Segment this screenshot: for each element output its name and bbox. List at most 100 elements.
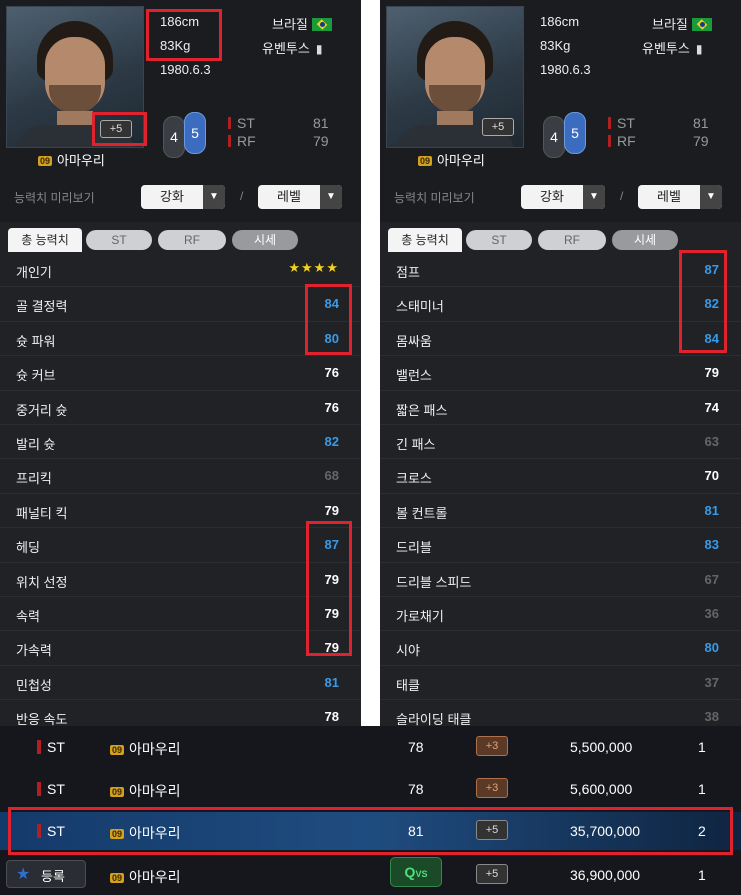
nation-name: 브라질: [272, 17, 308, 32]
highlight-finishing-shotpower: [305, 284, 352, 355]
stat-row: 개인기 ★★★★: [0, 253, 361, 288]
market-price: 36,900,000: [570, 867, 641, 883]
season-badge: 09: [418, 156, 433, 166]
tab-total[interactable]: 총 능력치: [388, 228, 462, 252]
club-name: 유벤투스: [642, 41, 690, 56]
stat-row: 가로채기 36: [380, 597, 741, 632]
stat-label: 위치 선정: [16, 574, 68, 590]
stat-label: 크로스: [396, 471, 432, 487]
highlight-enhance-badge: [92, 112, 147, 146]
star-icon: ★: [16, 866, 31, 883]
dropdown-arrow-icon[interactable]: ▼: [583, 185, 605, 209]
enhance-badge: +3: [476, 736, 508, 756]
enhance-badge: +5: [476, 864, 508, 884]
highlight-height-weight: [146, 9, 222, 61]
stat-value: 68: [324, 468, 339, 484]
separator: /: [240, 189, 244, 203]
weak-foot-icon: 4: [163, 116, 185, 158]
stat-label: 개인기: [16, 265, 52, 280]
stat-row: 프리킥 68: [0, 459, 361, 494]
position-bar-icon: [228, 117, 231, 129]
stat-label: 시야: [396, 643, 420, 659]
stat-label: 중거리 슛: [16, 402, 68, 418]
stat-label: 프리킥: [16, 471, 52, 487]
position-st: ST 81: [608, 115, 709, 131]
brazil-flag-icon: [311, 18, 332, 31]
stat-label: 슬라이딩 태클: [396, 712, 472, 726]
stat-row: 슬라이딩 태클 38: [380, 700, 741, 726]
dropdown-arrow-icon[interactable]: ▼: [700, 185, 722, 209]
stat-label: 패널티 킥: [16, 505, 68, 521]
enhance-dropdown[interactable]: 강화 ▼: [521, 185, 605, 209]
stat-row: 시야 80: [380, 631, 741, 666]
stat-value: 37: [704, 674, 719, 690]
player-nation: 브라질: [652, 14, 712, 33]
stat-value: 67: [704, 571, 719, 587]
stat-label: 헤딩: [16, 540, 40, 556]
stat-label: 가속력: [16, 643, 52, 659]
level-dropdown[interactable]: 레벨 ▼: [258, 185, 342, 209]
player-name-row: 09 아마우리: [38, 150, 105, 169]
tab-rf[interactable]: RF: [538, 230, 606, 250]
register-button[interactable]: ★ 등록: [6, 860, 86, 888]
stat-value: 36: [704, 605, 719, 621]
market-register-row: ★ 등록 09 아마우리 QVS +5 36,900,000 1: [0, 854, 741, 894]
stat-value: 63: [704, 433, 719, 449]
stat-row: 긴 패스 63: [380, 425, 741, 460]
enhance-badge: +3: [476, 778, 508, 798]
dropdown-arrow-icon[interactable]: ▼: [203, 185, 225, 209]
stat-value: 80: [704, 640, 719, 656]
stat-row: 발리 슛 82: [0, 425, 361, 460]
dropdown-arrow-icon[interactable]: ▼: [320, 185, 342, 209]
tab-st[interactable]: ST: [86, 230, 152, 250]
player-name-row: 09 아마우리: [418, 150, 485, 169]
position-bar-icon: [228, 135, 231, 147]
stat-value: 74: [704, 399, 719, 415]
tab-price[interactable]: 시세: [232, 230, 298, 250]
stat-label: 골 결정력: [16, 299, 68, 315]
player-detail-panel-right: +5 09 아마우리 186cm 83Kg 1980.6.3 브라질 유벤투스 ▮ …: [380, 0, 741, 726]
level-dropdown[interactable]: 레벨 ▼: [638, 185, 722, 209]
position-bar-icon: [37, 782, 41, 796]
stat-value: 81: [324, 674, 339, 690]
tab-rf[interactable]: RF: [158, 230, 226, 250]
strong-foot-icon: 5: [184, 112, 206, 154]
stat-value: 78: [324, 709, 339, 725]
market-count: 1: [698, 781, 706, 797]
player-name: 아마우리: [57, 153, 105, 168]
player-height: 186cm: [540, 14, 580, 29]
season-badge: 09: [110, 745, 125, 755]
highlight-jump-physical: [679, 250, 727, 353]
brazil-flag-icon: [691, 18, 712, 31]
stat-label: 가로채기: [396, 608, 444, 624]
player-name: 아마우리: [437, 153, 485, 168]
tab-total[interactable]: 총 능력치: [8, 228, 82, 252]
position-rf: RF 79: [228, 133, 329, 149]
enhance-dropdown[interactable]: 강화 ▼: [141, 185, 225, 209]
market-position: ST: [47, 781, 65, 797]
stat-value: 38: [704, 709, 719, 725]
stat-row: 드리블 스피드 67: [380, 563, 741, 597]
player-nation: 브라질: [272, 14, 332, 33]
stat-row: 크로스 70: [380, 459, 741, 494]
stat-label: 드리블 스피드: [396, 574, 472, 590]
market-player: 09 아마우리: [110, 741, 181, 757]
juventus-logo-icon: ▮: [315, 42, 323, 56]
player-header: +5 09 아마우리 186cm 83Kg 1980.6.3 브라질 유벤투스 ▮ …: [380, 0, 741, 222]
stat-label: 반응 속도: [16, 712, 68, 726]
market-row[interactable]: ST 09 아마우리 78 +3 5,600,000 1: [0, 770, 741, 806]
juventus-logo-icon: ▮: [695, 42, 703, 56]
tab-price[interactable]: 시세: [612, 230, 678, 250]
market-ovr: 78: [408, 781, 424, 797]
season-badge: 09: [38, 156, 53, 166]
stat-label: 스태미너: [396, 299, 444, 315]
compare-vs-button[interactable]: QVS: [390, 857, 442, 887]
stat-row: 밸런스 79: [380, 356, 741, 391]
tab-st[interactable]: ST: [466, 230, 532, 250]
market-player: 09 아마우리: [110, 783, 181, 799]
market-count: 1: [698, 739, 706, 755]
stat-value: 79: [324, 502, 339, 518]
position-st: ST 81: [228, 115, 329, 131]
stat-value: 82: [324, 433, 339, 449]
market-row[interactable]: ST 09 아마우리 78 +3 5,500,000 1: [0, 728, 741, 764]
